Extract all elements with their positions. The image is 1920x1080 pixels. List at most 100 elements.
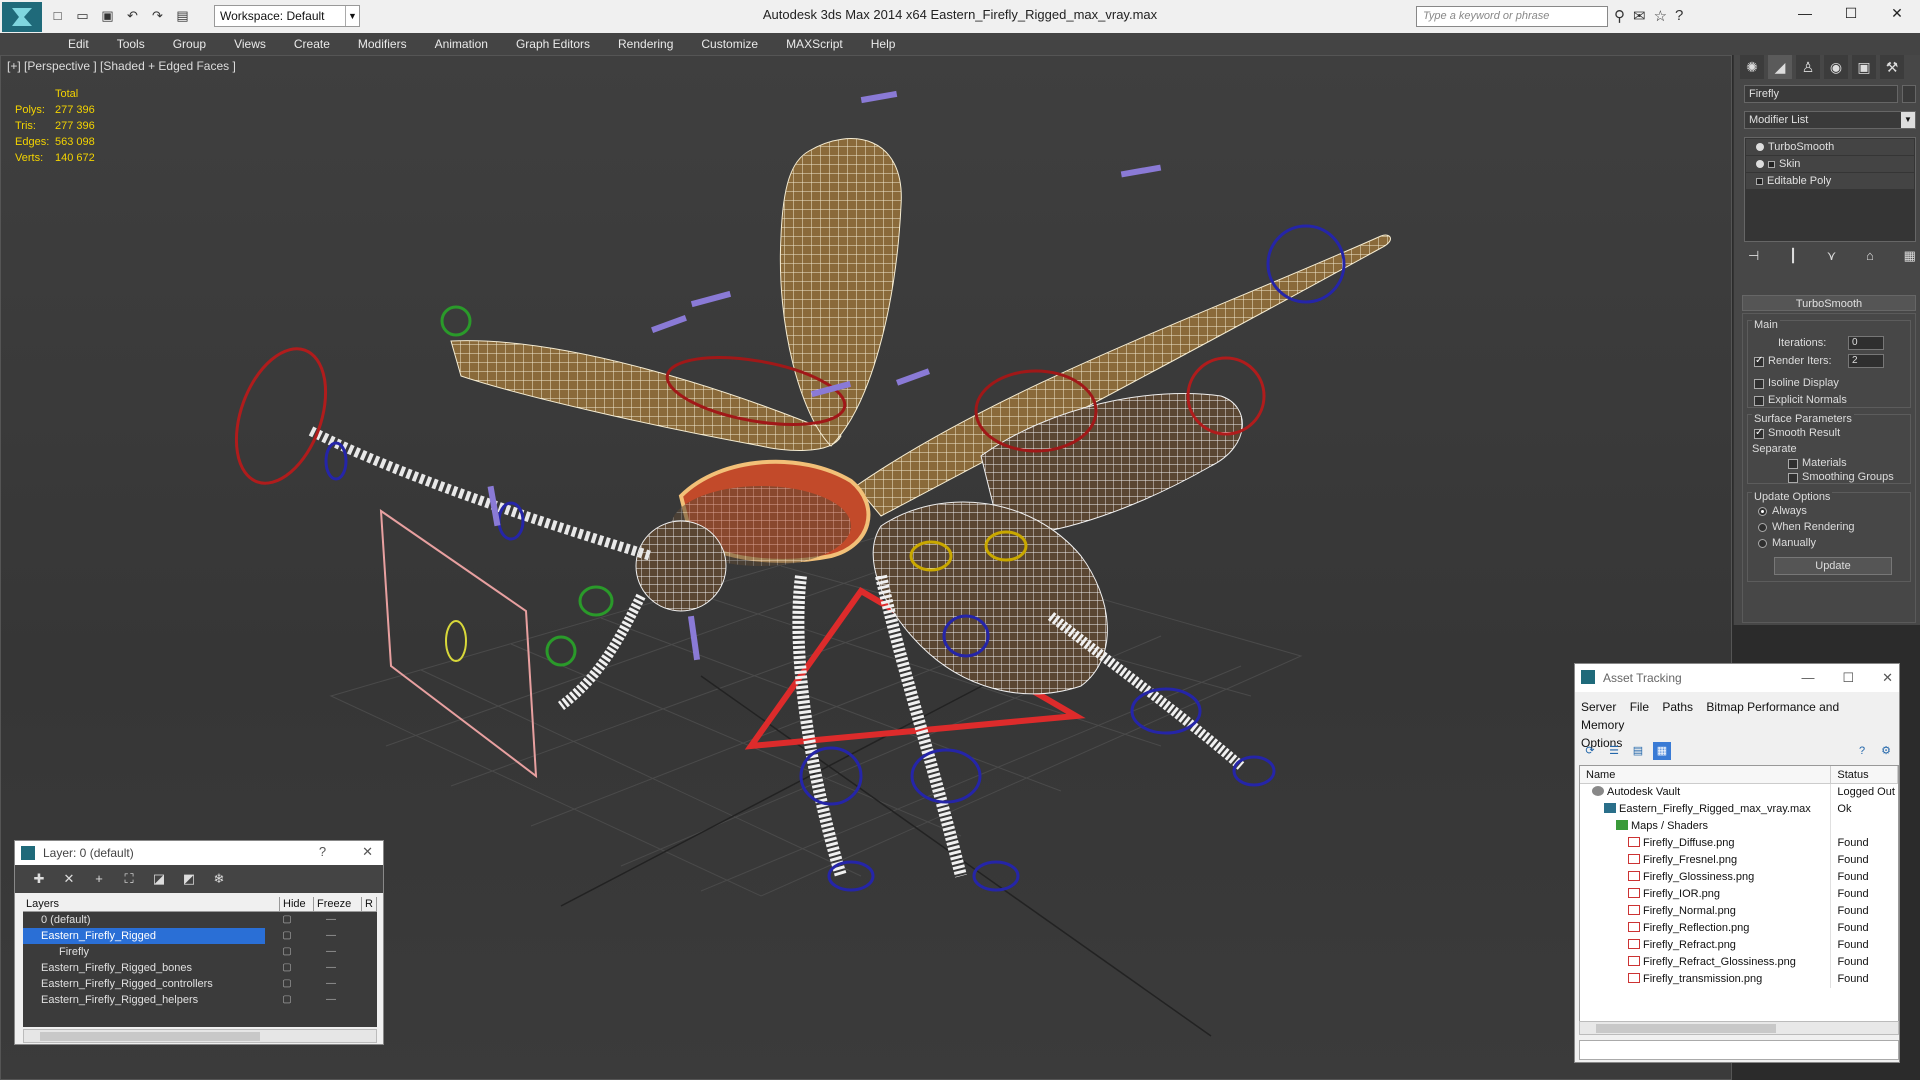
modify-tab-icon[interactable]: ◢ (1768, 55, 1792, 79)
layer-row[interactable]: Eastern_Firefly_Rigged_bones ▢ — (23, 960, 377, 976)
settings-icon[interactable]: ⚙ (1877, 742, 1895, 760)
asset-row[interactable]: Firefly_Fresnel.png Found (1580, 852, 1898, 869)
add-to-layer-icon[interactable]: + (89, 870, 109, 888)
asset-row[interactable]: Firefly_IOR.png Found (1580, 886, 1898, 903)
menu-customize[interactable]: Customize (687, 33, 772, 55)
layer-name[interactable]: Eastern_Firefly_Rigged_controllers (23, 976, 265, 992)
asset-row[interactable]: Eastern_Firefly_Rigged_max_vray.max Ok (1580, 801, 1898, 818)
column-status[interactable]: Status (1831, 766, 1898, 783)
hide-toggle-icon[interactable]: ▢ (265, 992, 309, 1008)
show-end-result-icon[interactable]: ┃ (1789, 248, 1797, 264)
iterations-spinner[interactable]: 0 (1848, 336, 1884, 350)
turbosmooth-rollout-title[interactable]: TurboSmooth (1742, 295, 1916, 311)
delete-layer-icon[interactable]: ✕ (59, 870, 79, 888)
pin-stack-icon[interactable]: ⊣ (1748, 248, 1759, 264)
menu-edit[interactable]: Edit (54, 33, 103, 55)
asset-row[interactable]: Firefly_Refract.png Found (1580, 937, 1898, 954)
asset-row[interactable]: Maps / Shaders (1580, 818, 1898, 835)
layer-row[interactable]: 0 (default) ▢ — (23, 912, 377, 928)
open-file-icon[interactable]: ▭ (73, 6, 92, 25)
configure-sets-icon[interactable]: ▦ (1904, 248, 1916, 264)
maximize-icon[interactable]: ☐ (1828, 0, 1874, 26)
stack-item-skin[interactable]: Skin (1746, 156, 1914, 172)
project-folder-icon[interactable]: ▤ (173, 6, 192, 25)
help-icon[interactable]: ? (1675, 7, 1683, 25)
layer-row[interactable]: Firefly ▢ — (23, 944, 377, 960)
column-hide[interactable]: Hide (280, 897, 314, 911)
freeze-all-icon[interactable]: ❄ (209, 870, 229, 888)
asset-row[interactable]: Firefly_Glossiness.png Found (1580, 869, 1898, 886)
scroll-thumb[interactable] (1596, 1024, 1776, 1033)
stack-item-turbosmooth[interactable]: TurboSmooth (1746, 139, 1914, 155)
bulb-icon[interactable] (1756, 143, 1764, 151)
help-icon[interactable]: ? (319, 844, 326, 860)
asset-row[interactable]: Firefly_Normal.png Found (1580, 903, 1898, 920)
hide-toggle-icon[interactable]: ▢ (265, 912, 309, 928)
object-color-swatch[interactable] (1902, 85, 1916, 103)
when-rendering-radio[interactable] (1758, 523, 1767, 532)
object-name-field[interactable]: Firefly (1744, 85, 1898, 103)
utilities-tab-icon[interactable]: ⚒ (1880, 55, 1904, 79)
scroll-thumb[interactable] (40, 1032, 260, 1041)
layer-name[interactable]: Eastern_Firefly_Rigged (23, 928, 265, 944)
layer-name[interactable]: Eastern_Firefly_Rigged_bones (23, 960, 265, 976)
column-layers[interactable]: Layers (23, 897, 280, 911)
communication-icon[interactable]: ✉ (1633, 7, 1646, 25)
asset-row[interactable]: Firefly_Refract_Glossiness.png Found (1580, 954, 1898, 971)
freeze-toggle-icon[interactable]: — (309, 944, 353, 960)
layer-name[interactable]: 0 (default) (23, 912, 265, 928)
smoothing-groups-checkbox[interactable] (1788, 473, 1798, 483)
hide-toggle-icon[interactable]: ▢ (265, 960, 309, 976)
freeze-toggle-icon[interactable]: — (309, 992, 353, 1008)
always-radio[interactable] (1758, 507, 1767, 516)
app-logo-icon[interactable] (2, 2, 42, 32)
hide-toggle-icon[interactable]: ▢ (265, 928, 309, 944)
redo-icon[interactable]: ↷ (148, 6, 167, 25)
help-icon[interactable]: ? (1853, 742, 1871, 760)
menu-graph-editors[interactable]: Graph Editors (502, 33, 604, 55)
asset-horizontal-scrollbar[interactable] (1579, 1021, 1899, 1035)
asset-row[interactable]: Autodesk Vault Logged Out (1580, 784, 1898, 801)
menu-animation[interactable]: Animation (421, 33, 502, 55)
freeze-toggle-icon[interactable]: — (309, 976, 353, 992)
menu-modifiers[interactable]: Modifiers (344, 33, 421, 55)
highlight-layer-icon[interactable]: ◪ (149, 870, 169, 888)
layer-row[interactable]: Eastern_Firefly_Rigged_controllers ▢ — (23, 976, 377, 992)
smooth-result-checkbox[interactable] (1754, 427, 1764, 439)
asset-row[interactable]: Firefly_Diffuse.png Found (1580, 835, 1898, 852)
binoculars-icon[interactable]: ⚲ (1614, 7, 1625, 25)
motion-tab-icon[interactable]: ◉ (1824, 55, 1848, 79)
explicit-normals-checkbox[interactable] (1754, 396, 1764, 406)
column-freeze[interactable]: Freeze (314, 897, 362, 911)
save-icon[interactable]: ▣ (98, 6, 117, 25)
menu-tools[interactable]: Tools (103, 33, 159, 55)
manually-radio[interactable] (1758, 539, 1767, 548)
layer-name[interactable]: Eastern_Firefly_Rigged_helpers (23, 992, 265, 1008)
asset-row[interactable]: Firefly_Reflection.png Found (1580, 920, 1898, 937)
layer-name[interactable]: Firefly (23, 944, 265, 960)
close-icon[interactable]: ✕ (1874, 0, 1920, 26)
minimize-icon[interactable]: — (1801, 670, 1814, 686)
menu-paths[interactable]: Paths (1662, 700, 1693, 714)
menu-maxscript[interactable]: MAXScript (772, 33, 857, 55)
expand-icon[interactable] (1756, 177, 1763, 185)
remove-modifier-icon[interactable]: ⌂ (1866, 248, 1874, 264)
refresh-icon[interactable]: ⟳ (1581, 742, 1599, 760)
select-objects-icon[interactable]: ⛶ (119, 870, 139, 888)
isoline-checkbox[interactable] (1754, 379, 1764, 389)
menu-file[interactable]: File (1630, 700, 1649, 714)
list-view-icon[interactable]: ☰ (1605, 742, 1623, 760)
make-unique-icon[interactable]: ⋎ (1827, 248, 1837, 264)
layer-row[interactable]: Eastern_Firefly_Rigged_helpers ▢ — (23, 992, 377, 1008)
workspace-select[interactable]: Workspace: Default ▼ (214, 5, 360, 27)
freeze-toggle-icon[interactable]: — (309, 928, 353, 944)
menu-bitmap-performance[interactable]: Bitmap Performance and Memory (1581, 700, 1839, 732)
freeze-toggle-icon[interactable]: — (309, 912, 353, 928)
render-iters-spinner[interactable]: 2 (1848, 354, 1884, 368)
hierarchy-tab-icon[interactable]: ♙ (1796, 55, 1820, 79)
menu-create[interactable]: Create (280, 33, 344, 55)
modifier-list-dropdown[interactable]: Modifier List ▼ (1744, 111, 1916, 129)
expand-icon[interactable] (1768, 160, 1775, 168)
hide-toggle-icon[interactable]: ▢ (265, 944, 309, 960)
maximize-icon[interactable]: ☐ (1842, 670, 1854, 686)
